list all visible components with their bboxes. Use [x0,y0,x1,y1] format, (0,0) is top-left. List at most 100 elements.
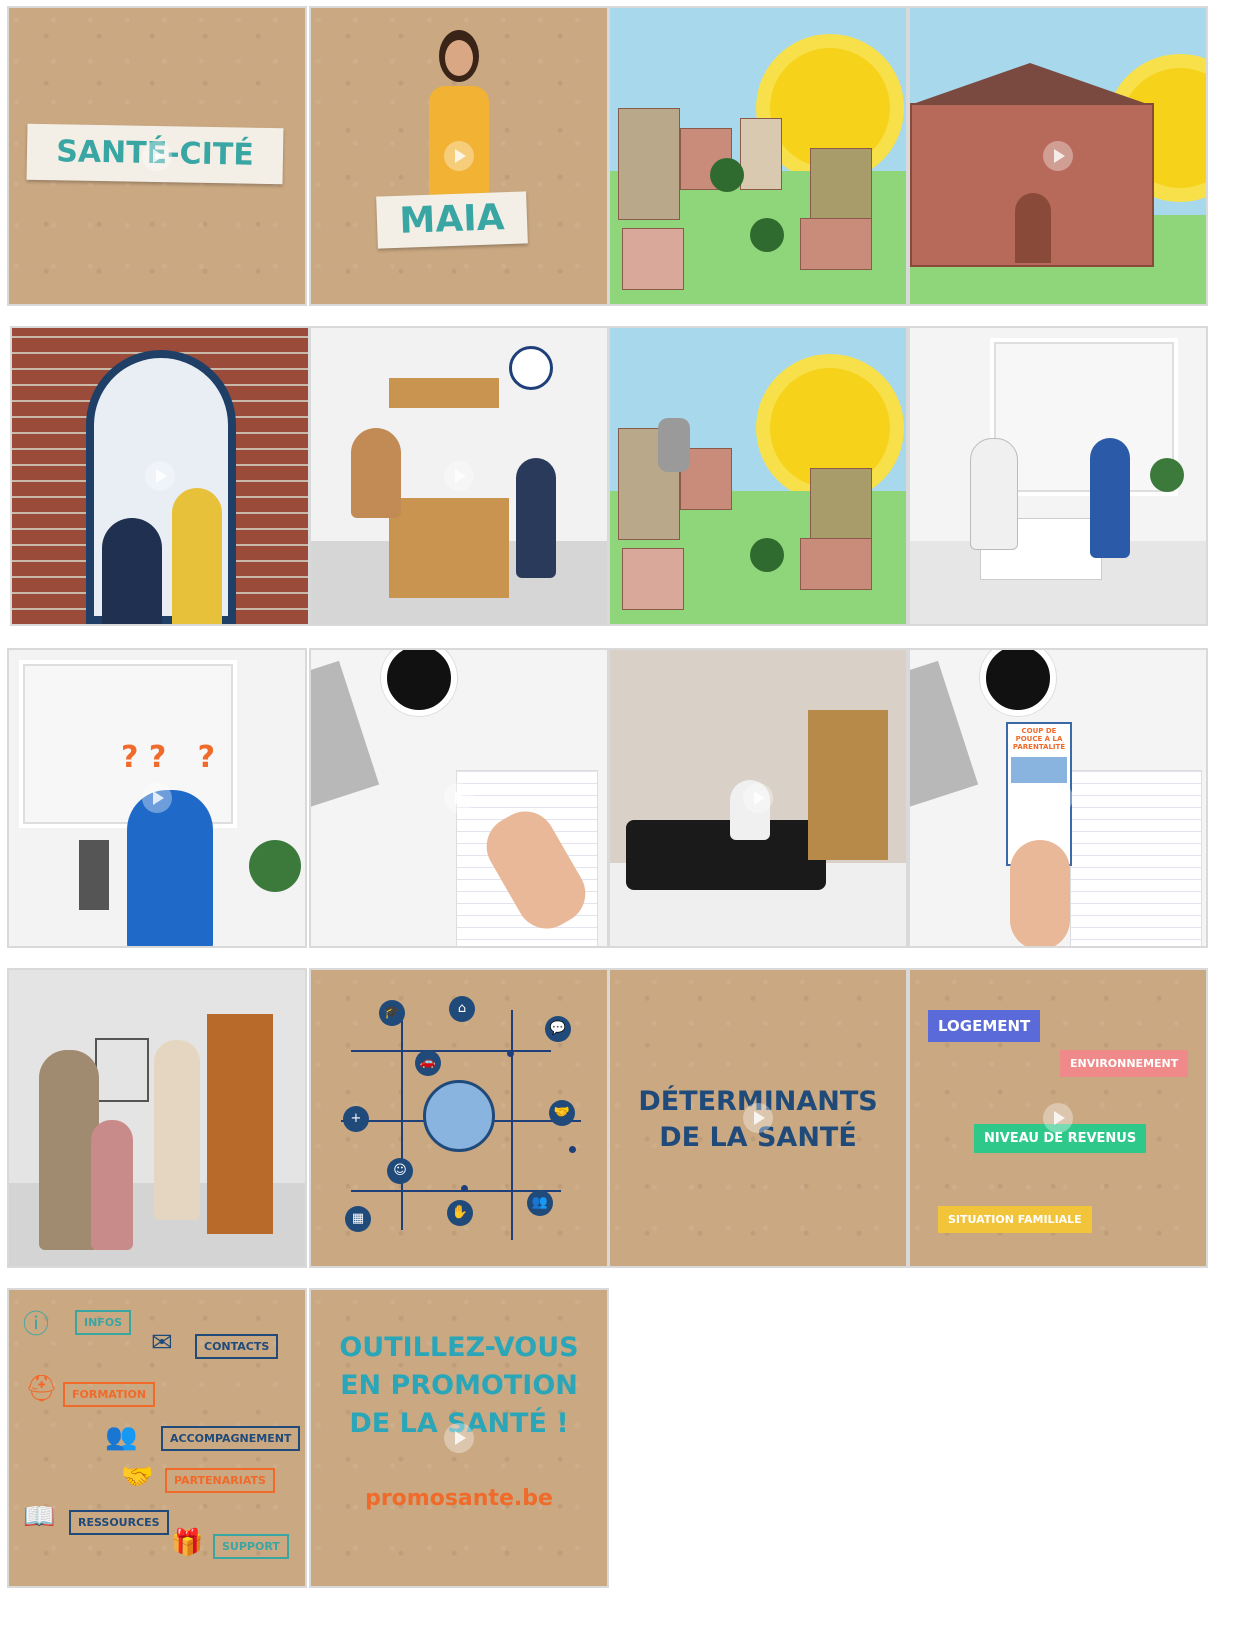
network-line [401,1010,403,1230]
name-label: MAIA [376,191,528,249]
tag-ressources: RESSOURCES [69,1510,169,1535]
play-icon [1043,1103,1073,1133]
network-line [351,1050,551,1052]
chat-icon: 💬 [545,1016,571,1042]
medical-icon: + [343,1106,369,1132]
tag-infos: INFOS [75,1310,132,1335]
play-icon [142,141,172,171]
hand-icon [658,418,690,472]
people-icon: 👥 [105,1422,138,1452]
tree [750,538,784,572]
play-icon [444,1423,474,1453]
support-icon: 🎁 [171,1528,204,1558]
doctor-figure [970,438,1018,550]
tag-family: SITUATION FAMILIALE [938,1206,1092,1233]
tag-environment: ENVIRONNEMENT [1060,1050,1189,1077]
monitor [79,840,109,910]
plant [1150,458,1184,492]
girl-figure [421,30,495,200]
house-roof [910,63,1150,105]
tree [710,158,744,192]
graduation-icon: 🎓 [379,1000,405,1026]
play-icon [145,461,175,491]
thumbnail-office-meeting[interactable] [309,326,609,626]
building [622,548,684,610]
thumbnail-notepad-writing[interactable] [309,648,609,948]
tree [750,218,784,252]
thumbnail-determinant-tags[interactable]: LOGEMENT ENVIRONNEMENT NIVEAU DE REVENUS… [908,968,1208,1268]
frames [95,1038,149,1102]
phone-icon: ✉ [151,1328,173,1358]
door [207,1014,273,1234]
man-figure [154,1040,200,1220]
info-icon: ⓘ [23,1310,50,1340]
tag-partenariats: PARTENARIATS [165,1468,275,1493]
thumbnail-city-hand[interactable] [608,326,908,626]
handshake-icon: 🤝 [549,1100,575,1126]
shelf [808,710,888,860]
woman-figure [39,1050,99,1250]
child-figure [91,1120,133,1250]
tag-accompagnement: ACCOMPAGNEMENT [161,1426,301,1451]
network-dot [461,1185,468,1192]
woman-figure [351,428,401,518]
network-line [351,1190,561,1192]
question-marks: ? ? ? [121,740,215,775]
building [800,538,872,590]
people-icon: 👥 [527,1190,553,1216]
network-dot [569,1146,576,1153]
sofa [626,820,826,890]
handshake-icon: 🤝 [121,1462,154,1492]
patient-figure [1090,438,1130,558]
building-icon: ▦ [345,1206,371,1232]
card-title: COUP DE POUCE À LA PARENTALITÉ [1012,727,1066,751]
thumbnail-resources-menu[interactable]: ⓘ INFOS ✉ CONTACTS ⛑ FORMATION 👥 ACCOMPA… [7,1288,307,1588]
thumbnail-questions[interactable]: ? ? ? [7,648,307,948]
card-image [1011,757,1067,783]
thumbnail-network[interactable]: 🎓 ⌂ 💬 🚗 + 🤝 ☺ ▦ ✋ 👥 [309,968,609,1268]
play-icon [1043,783,1073,813]
bookshelf [389,378,499,408]
website-link[interactable]: promosante.be [311,1486,607,1511]
network-line [511,1010,513,1240]
thumbnail-notepad-card[interactable]: COUP DE POUCE À LA PARENTALITÉ [908,648,1208,948]
clock-icon [509,346,553,390]
play-icon [444,461,474,491]
thumbnail-clinic[interactable] [908,326,1208,626]
play-icon [444,141,474,171]
house-door [1015,193,1051,263]
outro-line-2: EN PROMOTION [340,1370,578,1401]
building [622,228,684,290]
book-icon: 📖 [23,1502,56,1532]
building [800,218,872,270]
play-icon [142,783,172,813]
car-icon: 🚗 [415,1050,441,1076]
outro-line-1: OUTILLEZ-VOUS [339,1332,579,1363]
thumbnail-school-window[interactable] [10,326,310,626]
tag-formation: FORMATION [63,1382,156,1407]
person-silhouette [172,488,222,624]
thumbnail-determinants[interactable]: DÉTERMINANTS DE LA SANTÉ [608,968,908,1268]
thumbnail-living-room[interactable] [608,648,908,948]
tag-support: SUPPORT [213,1534,289,1559]
home-icon: ⌂ [449,996,475,1022]
play-icon [743,783,773,813]
thumbnail-house[interactable] [908,6,1208,306]
center-portrait [423,1080,495,1152]
tag-housing: LOGEMENT [928,1010,1041,1042]
smile-icon: ☺ [387,1158,413,1184]
thumbnail-maia[interactable]: MAIA [309,6,609,306]
plant [249,840,301,892]
play-icon [743,1103,773,1133]
woman-figure [127,790,213,946]
thumbnail-family-door[interactable] [7,968,307,1268]
hand [1010,840,1070,946]
hand-icon: ✋ [447,1200,473,1226]
backpack-icon: ⛑ [25,1374,59,1404]
building [740,118,782,190]
thumbnail-outro[interactable]: OUTILLEZ-VOUS EN PROMOTION DE LA SANTÉ !… [309,1288,609,1588]
thumbnail-sante-cite[interactable]: SANTÉ-CITÉ [7,6,307,306]
thumbnail-city[interactable] [608,6,908,306]
desk [389,498,509,598]
notepad [1070,770,1202,946]
